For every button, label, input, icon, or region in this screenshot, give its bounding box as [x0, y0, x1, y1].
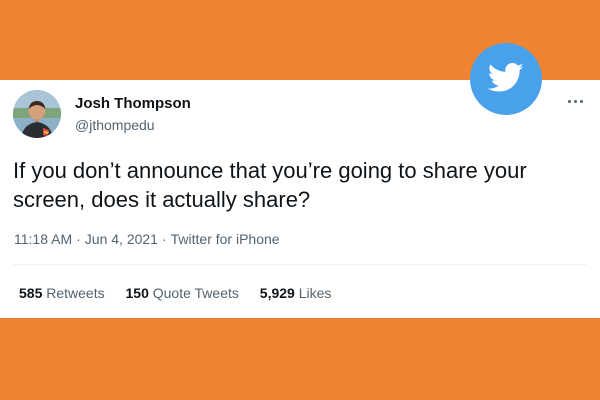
tweet-metadata: 11:18 AM · Jun 4, 2021 · Twitter for iPhone: [14, 231, 280, 247]
engagement-stats: 585 Retweets 150 Quote Tweets 5,929 Like…: [19, 285, 348, 301]
likes-label: Likes: [298, 285, 332, 301]
retweets-label: Retweets: [46, 285, 105, 301]
likes-count: 5,929: [259, 285, 295, 301]
meta-separator: ·: [161, 231, 167, 247]
meta-separator: ·: [76, 231, 81, 247]
tweet-card: Josh Thompson @jthompedu If you don’t an…: [0, 80, 600, 318]
likes-stat[interactable]: 5,929 Likes: [260, 285, 332, 301]
orange-frame-bottom: [0, 318, 600, 400]
author-name[interactable]: Josh Thompson: [75, 95, 191, 112]
avatar[interactable]: [13, 90, 61, 138]
quote-tweets-label: Quote Tweets: [152, 285, 239, 301]
more-options-icon[interactable]: [566, 94, 586, 106]
tweet-source[interactable]: Twitter for iPhone: [171, 231, 280, 247]
twitter-bird-icon: [488, 63, 524, 92]
quote-tweets-count: 150: [125, 285, 149, 301]
retweets-stat[interactable]: 585 Retweets: [19, 285, 105, 301]
divider: [13, 264, 587, 265]
twitter-logo-badge: [470, 43, 542, 115]
quote-tweets-stat[interactable]: 150 Quote Tweets: [126, 285, 239, 301]
tweet-text: If you don’t announce that you’re going …: [13, 158, 527, 212]
tweet-date[interactable]: Jun 4, 2021: [85, 231, 158, 247]
tweet-time[interactable]: 11:18 AM: [14, 231, 72, 247]
author-handle[interactable]: @jthompedu: [75, 117, 155, 133]
retweets-count: 585: [19, 285, 43, 301]
